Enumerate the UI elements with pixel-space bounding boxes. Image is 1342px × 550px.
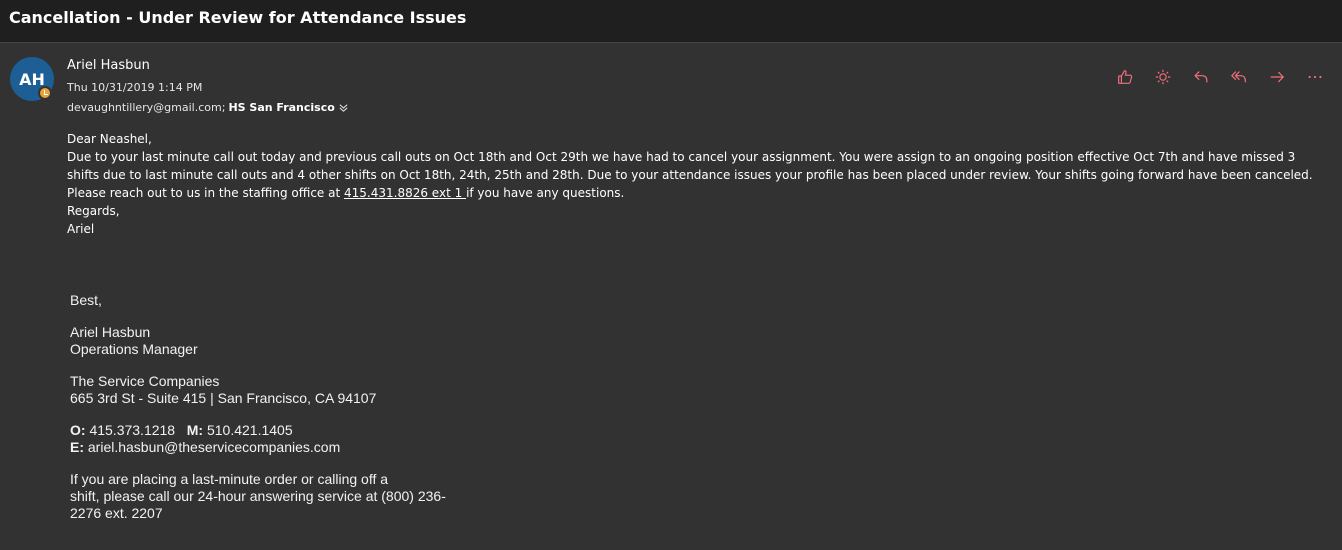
sun-icon [1155, 69, 1171, 85]
office-label: O: [70, 422, 86, 438]
sig-company-block: The Service Companies 665 3rd St - Suite… [70, 373, 446, 407]
thumbs-up-icon [1118, 70, 1133, 84]
like-button[interactable] [1114, 66, 1136, 88]
sig-phones: O: 415.373.1218 M: 510.421.1405 [70, 422, 446, 439]
sig-note-line: If you are placing a last-minute order o… [70, 471, 389, 487]
brightness-button[interactable] [1152, 66, 1174, 88]
more-icon [1308, 75, 1322, 79]
body-sign-name: Ariel [67, 222, 95, 236]
message-body: Dear Neashel, Due to your last minute ca… [67, 130, 1317, 238]
sent-date: Thu 10/31/2019 1:14 PM [67, 81, 203, 94]
message-actions [1114, 66, 1326, 88]
sig-identity: Ariel Hasbun Operations Manager [70, 324, 446, 358]
presence-status-icon [38, 86, 52, 100]
sig-title: Operations Manager [70, 341, 198, 357]
sig-note-line: 2276 ext. 2207 [70, 505, 163, 521]
reply-button[interactable] [1190, 66, 1212, 88]
title-bar: Cancellation - Under Review for Attendan… [0, 0, 1342, 43]
contact-line: Please reach out to us in the staffing o… [67, 184, 1317, 202]
reply-all-button[interactable] [1228, 66, 1250, 88]
email-subject: Cancellation - Under Review for Attendan… [9, 8, 467, 27]
forward-button[interactable] [1266, 66, 1288, 88]
avatar-initials: AH [19, 69, 45, 89]
mobile-phone: 510.421.1405 [203, 422, 293, 438]
sig-email-line: E: ariel.hasbun@theservicecompanies.com [70, 439, 446, 456]
more-button[interactable] [1304, 66, 1326, 88]
sender-name[interactable]: Ariel Hasbun [67, 58, 150, 73]
sig-note-line: shift, please call our 24-hour answering… [70, 488, 446, 504]
signature: Best, Ariel Hasbun Operations Manager Th… [70, 292, 446, 537]
sig-company: The Service Companies [70, 373, 220, 389]
sig-address: 665 3rd St - Suite 415 | San Francisco, … [70, 390, 377, 406]
forward-icon [1270, 71, 1284, 83]
mobile-label: M: [186, 422, 204, 438]
sig-contacts: O: 415.373.1218 M: 510.421.1405 E: ariel… [70, 422, 446, 456]
sig-email[interactable]: ariel.hasbun@theservicecompanies.com [84, 439, 340, 455]
sig-note: If you are placing a last-minute order o… [70, 471, 446, 522]
phone-link[interactable]: 415.431.8826 ext 1 [344, 186, 466, 200]
office-phone: 415.373.1218 [85, 422, 187, 438]
reply-all-icon [1231, 71, 1246, 83]
sig-closing: Best, [70, 292, 102, 308]
recipient-email[interactable]: devaughntillery@gmail.com; [67, 101, 225, 114]
email-label: E: [70, 439, 84, 455]
regards: Regards, [67, 204, 120, 218]
greeting: Dear Neashel, [67, 132, 152, 146]
contact-text-end: if you have any questions. [466, 186, 625, 200]
recipient-group[interactable]: HS San Francisco [228, 101, 334, 114]
reply-icon [1194, 71, 1208, 83]
body-paragraph: Due to your last minute call out today a… [67, 150, 1313, 182]
chevron-down-icon[interactable] [338, 102, 349, 113]
recipients: devaughntillery@gmail.com; HS San Franci… [67, 101, 349, 114]
sig-name: Ariel Hasbun [70, 324, 151, 340]
contact-text: Please reach out to us in the staffing o… [67, 186, 345, 200]
